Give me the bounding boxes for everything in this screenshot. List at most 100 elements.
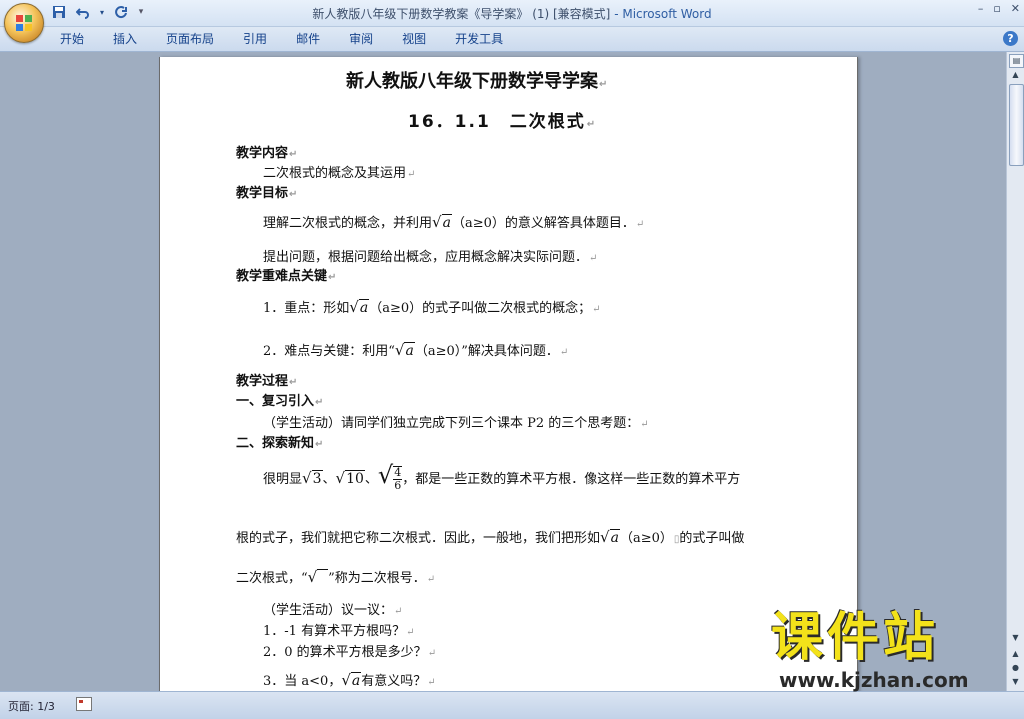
paragraph-mark: ↵	[586, 119, 598, 130]
body-text-span: 很明显	[263, 472, 303, 487]
tab-insert[interactable]: 插入	[105, 31, 145, 47]
body-text: 二次根式的概念及其运用↵	[263, 162, 415, 181]
paragraph-mark: ↵	[640, 419, 649, 430]
section-heading: 教学过程↵	[236, 370, 297, 389]
radical-sign: √	[349, 298, 359, 316]
minimize-button[interactable]: –	[978, 2, 984, 15]
paragraph-mark: ↵	[599, 79, 608, 90]
body-text-span: 1．重点：形如	[263, 301, 350, 316]
paragraph-mark: ↵	[289, 377, 298, 388]
paragraph-mark: ↵	[427, 677, 436, 688]
body-text: （学生活动）请同学们独立完成下列三个课本 P2 的三个思考题：↵	[263, 412, 649, 431]
body-text: 提出问题，根据问题给出概念，应用概念解决实际问题．↵	[263, 246, 597, 265]
separator: 、	[364, 472, 378, 487]
app-name: - Microsoft Word	[610, 7, 712, 21]
doc-subtitle: 16．1.1 二次根式↵	[408, 107, 597, 132]
tab-page-layout[interactable]: 页面布局	[158, 31, 222, 47]
sqrt-10: √10	[336, 469, 365, 487]
radicand: a	[350, 672, 362, 689]
body-text-span: （学生活动）请同学们独立完成下列三个课本 P2 的三个思考题：	[263, 416, 640, 431]
sqrt-4-over-6: √ 4 6	[378, 461, 403, 492]
section-heading-text: 教学过程	[236, 374, 289, 389]
paragraph-mark: ↵	[394, 606, 403, 617]
body-text: 根的式子，我们就把它称二次根式．因此，一般地，我们把形如√a（a≥0）▯的式子叫…	[236, 527, 744, 546]
office-button[interactable]	[4, 3, 44, 43]
watermark-url: www.kjzhan.com	[779, 668, 969, 692]
sqrt-3: √3	[302, 469, 323, 487]
list-item: 1．-1 有算术平方根吗？↵	[263, 620, 414, 639]
document-area: 新人教版八年级下册数学导学案↵ 16．1.1 二次根式↵ 教学内容↵ 二次根式的…	[0, 52, 1006, 691]
ribbon-tabs: 开始 插入 页面布局 引用 邮件 审阅 视图 开发工具	[52, 31, 524, 47]
page-count[interactable]: 页面: 1/3	[8, 698, 55, 714]
body-text-span: （a≥0）	[619, 531, 673, 546]
tab-references[interactable]: 引用	[235, 31, 275, 47]
separator: 、	[322, 472, 336, 487]
fraction: 46	[393, 466, 403, 492]
radical-sign: √	[302, 469, 312, 487]
list-item-text: 有意义吗？	[361, 674, 427, 689]
paragraph-mark: ↵	[406, 627, 415, 638]
section-heading: 教学重难点关键↵	[236, 265, 336, 284]
list-item-text: 1．-1 有算术平方根吗？	[263, 624, 406, 639]
doc-title-text: 新人教版八年级下册数学导学案	[346, 71, 598, 92]
paragraph-mark: ↵	[592, 304, 601, 315]
body-text-span: 2．难点与关键：利用“	[263, 344, 395, 359]
section-heading-text: 二、探索新知	[236, 436, 315, 451]
section-heading-text: 一、复习引入	[236, 394, 315, 409]
view-ruler-icon[interactable]: ▤	[1009, 54, 1024, 68]
body-text: 很明显√3、√10、√ 4 6 ，都是一些正数的算术平方根．像这样一些正数的算术平方	[263, 461, 740, 492]
tab-review[interactable]: 审阅	[341, 31, 381, 47]
list-item-text: 3．当 a<0，	[263, 674, 342, 689]
radical-sign: √	[432, 213, 442, 231]
document-page[interactable]: 新人教版八年级下册数学导学案↵ 16．1.1 二次根式↵ 教学内容↵ 二次根式的…	[159, 57, 858, 691]
radicand: 3	[311, 470, 323, 487]
tab-view[interactable]: 视图	[394, 31, 434, 47]
watermark-title: 课件站	[771, 608, 940, 668]
body-text-span: ”称为二次根号．	[328, 571, 426, 586]
office-logo-icon	[16, 15, 32, 31]
watermark: 课件站 www.kjzhan.com	[765, 608, 1011, 696]
paragraph-mark: ↵	[315, 397, 324, 408]
tab-mailings[interactable]: 邮件	[288, 31, 328, 47]
denominator: 6	[394, 479, 402, 492]
help-icon[interactable]: ?	[1003, 31, 1018, 46]
tab-developer[interactable]: 开发工具	[447, 31, 511, 47]
tab-home[interactable]: 开始	[52, 31, 92, 47]
section-heading: 一、复习引入↵	[236, 390, 323, 409]
radical-symbol: √	[307, 568, 329, 586]
radicand: a	[441, 214, 452, 231]
paragraph-mark: ↵	[328, 272, 337, 283]
body-text: （学生活动）议一议：↵	[263, 599, 402, 618]
document-title: 新人教版八年级下册数学教案《导学案》 (1) [兼容模式]	[312, 7, 611, 21]
body-text-span: 提出问题，根据问题给出概念，应用概念解决实际问题．	[263, 250, 589, 265]
body-text-span: 的式子叫做	[679, 531, 745, 546]
proofing-icon[interactable]	[76, 697, 92, 711]
radicand: a	[358, 299, 370, 316]
doc-subtitle-text: 16．1.1 二次根式	[408, 112, 586, 132]
scroll-up-icon[interactable]: ▲	[1009, 69, 1022, 81]
body-text-span: 根的式子，我们就把它称二次根式．因此，一般地，我们把形如	[236, 531, 601, 546]
radicand-empty	[317, 569, 329, 586]
section-heading: 教学内容↵	[236, 142, 297, 161]
paragraph-mark: ↵	[407, 169, 416, 180]
section-heading-text: 教学目标	[236, 186, 289, 201]
list-item-text: 2．0 的算术平方根是多少？	[263, 645, 427, 660]
restore-button[interactable]: ▫	[993, 2, 1000, 15]
radical-sign: √	[377, 461, 394, 489]
list-item: 2．0 的算术平方根是多少？↵	[263, 641, 436, 660]
body-text: 理解二次根式的概念，并利用√a（a≥0）的意义解答具体题目．↵	[263, 212, 644, 231]
paragraph-mark: ↵	[315, 439, 324, 450]
body-text-span: 二次根式的概念及其运用	[263, 166, 407, 181]
body-text-span: （a≥0）”解决具体问题．	[414, 344, 559, 359]
vertical-scrollbar[interactable]: ▤ ▲ ▼ ▲ ● ▼	[1006, 52, 1024, 691]
title-bar: ▾ ▾ 新人教版八年级下册数学教案《导学案》 (1) [兼容模式] - Micr…	[0, 0, 1024, 43]
close-button[interactable]: ✕	[1011, 2, 1020, 15]
window-controls: – ▫ ✕	[978, 2, 1020, 15]
sqrt-a: √a	[349, 298, 370, 316]
section-heading-text: 教学重难点关键	[236, 269, 328, 284]
sqrt-a: √a	[432, 213, 452, 231]
scroll-thumb[interactable]	[1009, 84, 1024, 166]
body-text-span: 理解二次根式的概念，并利用	[263, 216, 433, 231]
body-text-span: 二次根式，“	[236, 571, 308, 586]
radical-sign: √	[307, 568, 318, 586]
